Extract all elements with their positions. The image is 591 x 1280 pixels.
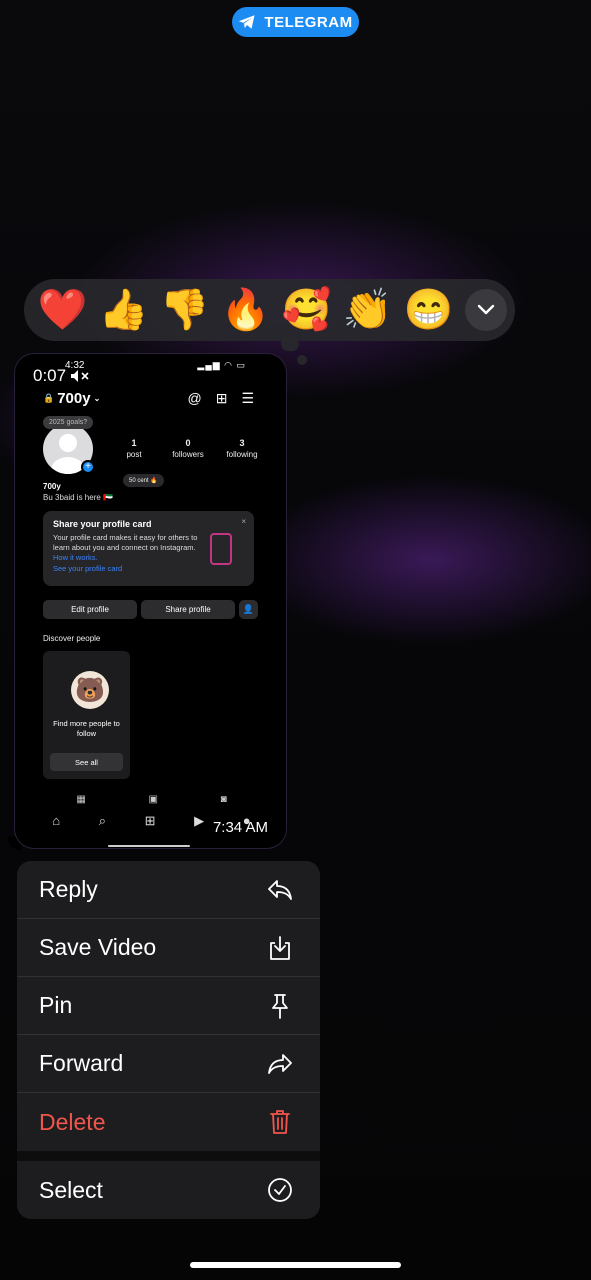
card-cta: See your profile card <box>53 564 123 574</box>
threads-icon: @ <box>187 390 202 406</box>
trash-icon <box>266 1108 294 1136</box>
reels-nav-icon: ▶ <box>194 813 205 828</box>
menu-delete-label: Delete <box>39 1108 106 1135</box>
reaction-bar-tail <box>281 337 299 351</box>
telegram-badge[interactable]: TELEGRAM <box>232 7 359 37</box>
menu-select[interactable]: Select <box>17 1161 320 1219</box>
pin-icon <box>266 992 294 1020</box>
see-all-button: See all <box>50 753 123 771</box>
profile-card-icon <box>210 533 232 565</box>
add-person-icon: 👤 <box>239 600 258 619</box>
more-reactions-button[interactable] <box>465 289 507 331</box>
chevron-down-icon <box>477 304 495 315</box>
lock-icon: 🔒 <box>43 393 55 403</box>
create-icon: ⊞ <box>144 813 156 828</box>
suggestion-card: 🐻 Find more people to follow See all <box>43 651 130 779</box>
ig-stats: 1 post 0 followers 3 following <box>107 438 269 459</box>
card-link: How it works. <box>53 552 98 562</box>
home-indicator[interactable] <box>190 1262 401 1268</box>
video-message[interactable]: 4:32 ▂▄▆ ◠ ▭ 0:07 🔒 700y ⌄ @ ⊞ ☰ 2025 go… <box>14 353 287 849</box>
card-body: Your profile card makes it easy for othe… <box>53 533 198 562</box>
tagged-icon: ◙ <box>220 794 227 805</box>
ig-grid-tabs: ▦ ▣ ◙ <box>15 794 286 805</box>
recorded-home-bar <box>108 845 190 847</box>
discover-label: Discover people <box>43 634 101 643</box>
ig-display-name: 700y <box>43 482 61 491</box>
reaction-clapping[interactable]: 👏 <box>337 282 398 338</box>
ig-button-row: Edit profile Share profile 👤 <box>43 600 258 619</box>
reels-icon: ▣ <box>148 794 158 805</box>
menu-select-label: Select <box>39 1176 103 1203</box>
reply-icon <box>266 876 294 904</box>
reaction-thumbs-down[interactable]: 👎 <box>154 282 215 338</box>
menu-forward[interactable]: Forward <box>17 1035 320 1093</box>
stat-followers: 0 followers <box>172 438 204 459</box>
home-icon: ⌂ <box>52 813 61 828</box>
forward-icon <box>266 1050 294 1078</box>
close-icon: × <box>241 517 246 526</box>
muted-icon[interactable] <box>70 369 90 383</box>
chevron-down-icon: ⌄ <box>93 394 101 403</box>
add-post-icon: ⊞ <box>215 390 228 406</box>
video-elapsed: 0:07 <box>33 366 90 386</box>
ig-username: 700y <box>57 390 91 407</box>
menu-reply[interactable]: Reply <box>17 861 320 919</box>
share-profile-button: Share profile <box>141 600 235 619</box>
edit-profile-button: Edit profile <box>43 600 137 619</box>
menu-delete[interactable]: Delete <box>17 1093 320 1151</box>
ig-header-icons: @ ⊞ ☰ <box>187 390 254 407</box>
menu-pin-label: Pin <box>39 992 73 1018</box>
stat-following: 3 following <box>226 438 258 459</box>
menu-icon: ☰ <box>241 390 254 406</box>
suggestion-text: Find more people to follow <box>53 719 120 738</box>
add-story-icon: + <box>81 460 95 474</box>
search-icon: ⌕ <box>98 813 107 828</box>
menu-separator <box>17 1151 320 1161</box>
reaction-heart[interactable]: ❤️ <box>32 282 93 338</box>
card-title: Share your profile card <box>53 519 152 529</box>
menu-save-video-label: Save Video <box>39 934 157 960</box>
ig-username-header: 🔒 700y ⌄ <box>43 390 100 407</box>
save-icon <box>266 934 294 962</box>
bear-avatar-icon: 🐻 <box>71 671 109 709</box>
profile-card-prompt: Share your profile card Your profile car… <box>43 511 254 586</box>
music-chip: 50 cent 🔥 <box>123 474 164 487</box>
recorded-status-icons: ▂▄▆ ◠ ▭ <box>197 360 246 370</box>
message-sent-time: 7:34 AM <box>212 819 268 836</box>
menu-save-video[interactable]: Save Video <box>17 919 320 977</box>
reaction-bar-tail-small <box>297 355 307 365</box>
reaction-bar: ❤️ 👍 👎 🔥 🥰 👏 😁 <box>24 279 515 341</box>
reaction-grinning[interactable]: 😁 <box>398 282 459 338</box>
reaction-thumbs-up[interactable]: 👍 <box>93 282 154 338</box>
check-circle-icon <box>266 1176 294 1204</box>
reaction-fire[interactable]: 🔥 <box>215 282 276 338</box>
context-menu: Reply Save Video Pin Forward Delete Sele… <box>17 861 320 1219</box>
menu-reply-label: Reply <box>39 876 98 902</box>
video-elapsed-label: 0:07 <box>33 366 67 385</box>
telegram-badge-label: TELEGRAM <box>264 13 353 31</box>
ig-bio: Bu 3baid is here 🇦🇪 <box>43 493 113 502</box>
ig-note: 2025 goals? <box>43 416 94 429</box>
menu-forward-label: Forward <box>39 1050 124 1076</box>
reaction-smiling-hearts[interactable]: 🥰 <box>276 282 337 338</box>
telegram-plane-icon <box>239 15 255 29</box>
stat-posts: 1 post <box>126 438 142 459</box>
menu-pin[interactable]: Pin <box>17 977 320 1035</box>
grid-icon: ▦ <box>76 794 86 805</box>
